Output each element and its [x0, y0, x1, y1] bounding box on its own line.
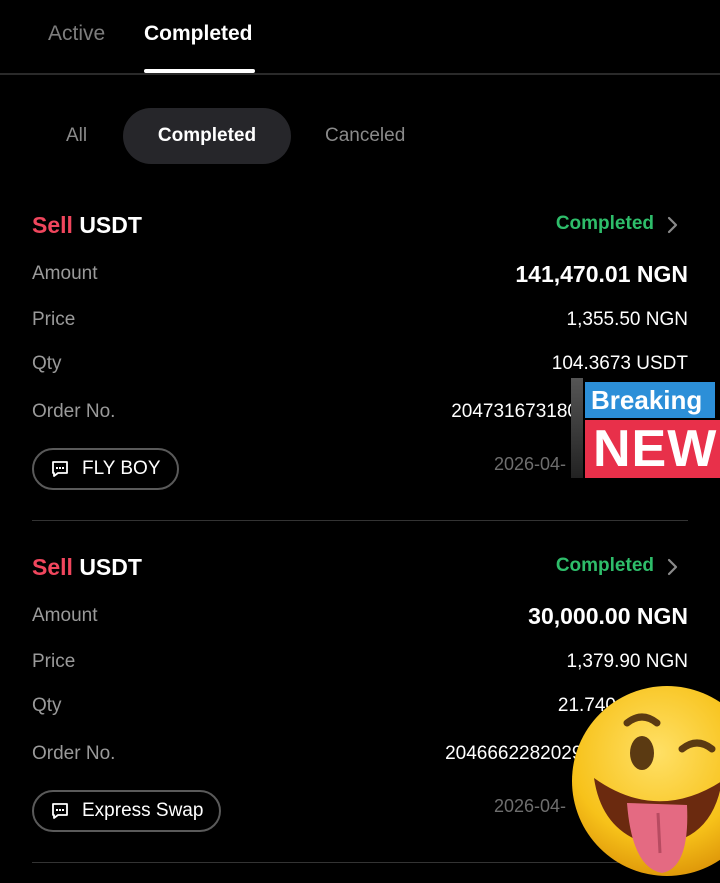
status-badge: Completed [555, 213, 654, 234]
price-row: Price 1,379.90 NGN [32, 651, 688, 679]
price-row: Price 1,355.50 NGN [32, 309, 688, 337]
amount-label: Amount [32, 263, 98, 284]
order-date: 2026-04- [494, 796, 567, 816]
order-no-value[interactable]: 20466622820299 [445, 743, 593, 765]
chevron-right-icon[interactable] [662, 211, 682, 239]
price-label: Price [32, 651, 76, 672]
sticker-line1: Breaking [585, 382, 715, 418]
order-side: Sell [32, 554, 73, 580]
counterparty-chat-button[interactable]: FLY BOY [32, 448, 179, 490]
price-value: 1,379.90 NGN [566, 651, 688, 672]
filter-all[interactable]: All [66, 108, 87, 164]
filter-canceled[interactable]: Canceled [325, 108, 405, 164]
counterparty-chat-button[interactable]: Express Swap [32, 790, 222, 832]
qty-label: Qty [32, 353, 62, 374]
order-title: Sell USDT [32, 554, 142, 581]
tab-active[interactable]: Active [48, 22, 105, 46]
top-tab-bar: Active Completed [0, 0, 720, 75]
active-tab-indicator [144, 69, 255, 73]
status-badge: Completed [555, 555, 654, 576]
order-date: 2026-04- [494, 454, 567, 474]
breaking-news-sticker: Breaking NEW [571, 378, 720, 480]
chevron-right-icon[interactable] [662, 553, 682, 581]
order-no-label: Order No. [32, 401, 116, 422]
qty-label: Qty [32, 695, 62, 716]
amount-value: 30,000.00 NGN [528, 603, 688, 629]
chat-bubble-icon [52, 803, 68, 819]
order-asset: USDT [79, 212, 142, 238]
qty-row: Qty 104.3673 USDT [32, 353, 688, 381]
amount-row: Amount 30,000.00 NGN [32, 603, 688, 633]
amount-label: Amount [32, 605, 98, 626]
order-side: Sell [32, 212, 73, 238]
amount-row: Amount 141,470.01 NGN [32, 261, 688, 291]
sticker-bar [571, 378, 583, 478]
filter-completed[interactable]: Completed [123, 108, 291, 164]
order-title: Sell USDT [32, 212, 142, 239]
chat-bubble-icon [52, 461, 68, 477]
counterparty-name: FLY BOY [82, 458, 161, 479]
counterparty-name: Express Swap [82, 800, 204, 821]
order-no-value[interactable]: 204731673180 [451, 401, 578, 423]
price-label: Price [32, 309, 76, 330]
amount-value: 141,470.01 NGN [515, 261, 688, 287]
tab-completed[interactable]: Completed [144, 22, 253, 46]
sticker-line2: NEW [585, 420, 720, 478]
winking-tongue-emoji-icon [572, 683, 720, 883]
order-no-label: Order No. [32, 743, 116, 764]
order-asset: USDT [79, 554, 142, 580]
qty-value: 104.3673 USDT [551, 353, 688, 374]
price-value: 1,355.50 NGN [566, 309, 688, 330]
divider [32, 520, 688, 521]
